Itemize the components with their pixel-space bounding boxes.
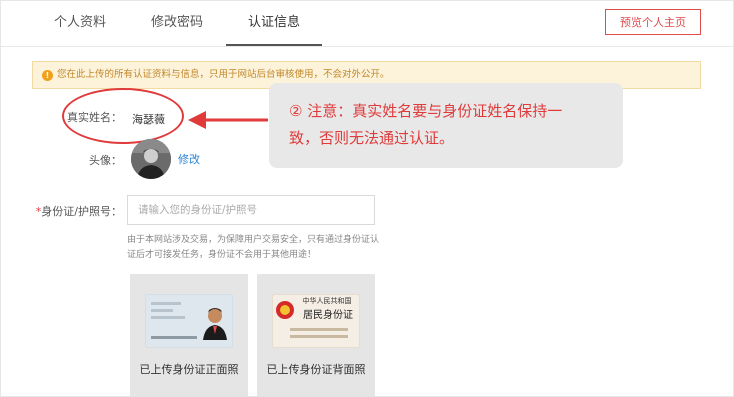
id-hint-text: 由于本网站涉及交易，为保障用户交易安全，只有通过身份证认证后才可接发任务，身份证… [127,235,380,260]
id-back-upload[interactable]: 中华人民共和国 居民身份证 已上传身份证背面照 [257,274,375,397]
preview-homepage-button[interactable]: 预览个人主页 [605,9,701,35]
notice-text: 您在此上传的所有认证资料与信息，只用于网站后台审核使用，不会对外公开。 [57,69,390,80]
id-front-upload[interactable]: 已上传身份证正面照 [130,274,248,397]
id-card-front-icon [145,294,233,348]
id-label-text: 身份证/护照号： [41,205,122,218]
tab-verification[interactable]: 认证信息 [234,0,314,46]
id-back-subtitle: 居民身份证 [303,310,353,321]
warning-callout: ② 注意：真实姓名要与身份证姓名保持一 致，否则无法通过认证。 [269,83,623,168]
highlight-circle [62,88,184,144]
callout-line-2: 致，否则无法通过认证。 [289,129,455,147]
id-front-caption: 已上传身份证正面照 [139,363,239,376]
id-number-input[interactable] [127,195,375,225]
edit-avatar-link[interactable]: 修改 [178,151,200,167]
tab-profile[interactable]: 个人资料 [40,0,120,46]
tab-change-password[interactable]: 修改密码 [137,0,217,46]
id-back-title: 中华人民共和国 [302,297,352,305]
avatar [131,139,171,179]
id-number-label: *身份证/护照号： [30,203,122,219]
id-back-caption: 已上传身份证背面照 [266,363,366,376]
avatar-label: 头像： [89,154,122,167]
callout-line-1: ② 注意：真实姓名要与身份证姓名保持一 [289,102,563,120]
arrow-left-icon [188,111,268,129]
user-photo-icon [131,139,171,179]
info-icon: ! [42,70,53,81]
active-tab-indicator [226,44,322,46]
